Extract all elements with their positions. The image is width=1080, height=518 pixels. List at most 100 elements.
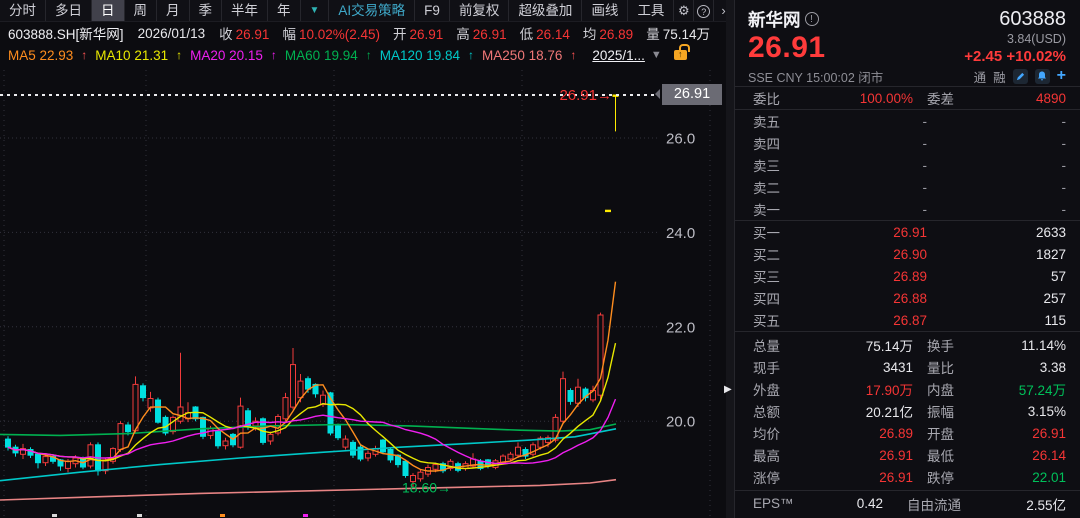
ask-book: 卖五--卖四--卖三--卖二--卖一--: [735, 109, 1080, 220]
candlestick-chart[interactable]: 26.024.022.020.026.91→18.60→ 26.91: [0, 66, 726, 518]
session-status: SSE CNY 15:00:02 闭市: [748, 67, 883, 86]
tab-分时[interactable]: 分时: [0, 0, 46, 21]
stat-v2: 57.24万: [993, 379, 1066, 399]
stat-l1: 均价: [753, 423, 809, 443]
ma-trend-arrow: ↑: [81, 48, 87, 62]
range-caret-icon[interactable]: ▼: [651, 49, 662, 61]
ma-legend-MA10: MA10 21.31: [95, 48, 168, 63]
ma-trend-arrow: ↑: [366, 48, 372, 62]
alert-bell-icon[interactable]: [1035, 69, 1050, 84]
unlock-icon[interactable]: [674, 50, 687, 60]
bid-row-买四[interactable]: 买四26.88257: [735, 287, 1080, 309]
bid-row-买一[interactable]: 买一26.912633: [735, 221, 1080, 243]
edit-icon[interactable]: [1013, 69, 1028, 84]
period-dropdown-icon[interactable]: ▼: [301, 0, 330, 21]
menu-F9[interactable]: F9: [415, 0, 450, 21]
tab-月[interactable]: 月: [157, 0, 190, 21]
menu-AI交易策略[interactable]: AI交易策略: [329, 0, 415, 21]
eps-label: EPS™: [753, 496, 823, 511]
menu-画线[interactable]: 画线: [582, 0, 628, 21]
bid-row-买二[interactable]: 买二26.901827: [735, 243, 1080, 265]
stat-v1: 20.21亿: [809, 401, 913, 421]
quote-date: 2026/01/13: [138, 26, 206, 41]
field-高: 高26.91: [456, 23, 506, 43]
date-range-selector[interactable]: 2025/1...: [592, 48, 645, 63]
stock-name: 新华网: [748, 7, 801, 32]
ma-trend-arrow: ↑: [271, 48, 277, 62]
panel-divider[interactable]: ▶: [726, 0, 734, 518]
last-price: 26.91: [748, 32, 826, 64]
badge-融[interactable]: 融: [993, 67, 1006, 86]
ask-row-卖一[interactable]: 卖一--: [735, 198, 1080, 220]
add-watchlist-icon[interactable]: +: [1057, 67, 1066, 85]
stat-l2: 换手: [927, 335, 993, 355]
ma-trend-arrow: ↑: [176, 48, 182, 62]
usd-price: 3.84(USD): [964, 32, 1066, 46]
stat-l1: 最高: [753, 445, 809, 465]
price-change: +2.45 +10.02%: [964, 48, 1066, 65]
tab-季[interactable]: 季: [190, 0, 223, 21]
footer-section: EPS™ 0.42 自由流通 2.55亿: [735, 490, 1080, 516]
stat-row-均价: 均价26.89开盘26.91: [735, 422, 1080, 444]
field-收: 收26.91: [219, 23, 269, 43]
tab-周[interactable]: 周: [125, 0, 158, 21]
stat-l1: 涨停: [753, 467, 809, 487]
gear-icon[interactable]: ⚙: [674, 0, 694, 21]
stat-l1: 总量: [753, 335, 809, 355]
bid-row-买三[interactable]: 买三26.8957: [735, 265, 1080, 287]
badge-通[interactable]: 通: [974, 67, 987, 86]
stock-code: 603888: [999, 8, 1066, 31]
ma-trend-arrow: ↑: [570, 48, 576, 62]
bid-row-买五[interactable]: 买五26.87115: [735, 309, 1080, 331]
help-icon[interactable]: ?: [694, 0, 714, 21]
field-开: 开26.91: [393, 23, 443, 43]
tab-半年[interactable]: 半年: [222, 0, 268, 21]
svg-text:20.0: 20.0: [666, 414, 695, 431]
candles-layer: [6, 95, 619, 487]
stat-row-涨停: 涨停26.91跌停22.01: [735, 466, 1080, 488]
ask-row-卖四[interactable]: 卖四--: [735, 132, 1080, 154]
high-price-annotation: 26.91→: [559, 87, 612, 104]
chart-canvas[interactable]: 26.024.022.020.026.91→18.60→: [0, 66, 726, 518]
stat-l1: 总额: [753, 401, 809, 421]
quote-header: 新华网 ! 603888 26.91 3.84(USD) +2.45 +10.0…: [735, 0, 1080, 86]
tab-多日[interactable]: 多日: [46, 0, 92, 21]
ma-legend-MA5: MA5 22.93: [8, 48, 73, 63]
stat-l2: 跌停: [927, 467, 993, 487]
stat-v1: 75.14万: [809, 335, 913, 355]
period-toolbar: 分时多日日周月季半年年▼AI交易策略F9前复权超级叠加画线工具⚙?›: [0, 0, 734, 22]
weibi-value: 100.00%: [809, 91, 913, 106]
trading-terminal: 分时多日日周月季半年年▼AI交易策略F9前复权超级叠加画线工具⚙?› 60388…: [0, 0, 1080, 518]
stat-v1: 26.91: [809, 470, 913, 485]
quote-info-bar: 603888.SH[新华网] 2026/01/13 收26.91幅10.02%(…: [0, 22, 734, 44]
last-price-axis-tag: 26.91: [662, 84, 722, 105]
free-float-label: 自由流通: [907, 494, 997, 514]
collapse-panel-icon[interactable]: ▶: [724, 384, 732, 395]
info-icon[interactable]: !: [805, 12, 819, 26]
tab-年[interactable]: 年: [268, 0, 301, 21]
menu-前复权[interactable]: 前复权: [450, 0, 510, 21]
tab-日[interactable]: 日: [92, 0, 125, 21]
stat-row-总量: 总量75.14万换手11.14%: [735, 334, 1080, 356]
stat-v1: 26.91: [809, 448, 913, 463]
weibi-label: 委比: [753, 88, 809, 108]
ask-row-卖三[interactable]: 卖三--: [735, 154, 1080, 176]
ma-legend-MA250: MA250 18.76: [482, 48, 562, 63]
svg-text:22.0: 22.0: [666, 319, 695, 336]
free-float-value: 2.55亿: [997, 494, 1066, 514]
stat-row-现手: 现手3431量比3.38: [735, 356, 1080, 378]
stat-v2: 11.14%: [993, 338, 1066, 353]
ask-row-卖二[interactable]: 卖二--: [735, 176, 1080, 198]
field-均: 均26.89: [583, 23, 633, 43]
bid-book: 买一26.912633买二26.901827买三26.8957买四26.8825…: [735, 220, 1080, 331]
stat-row-最高: 最高26.91最低26.14: [735, 444, 1080, 466]
ask-row-卖五[interactable]: 卖五--: [735, 110, 1080, 132]
stat-l2: 开盘: [927, 423, 993, 443]
menu-工具[interactable]: 工具: [628, 0, 674, 21]
weibi-row: 委比 100.00% 委差 4890: [735, 87, 1080, 109]
menu-超级叠加[interactable]: 超级叠加: [509, 0, 582, 21]
stat-v2: 26.91: [993, 426, 1066, 441]
field-低: 低26.14: [520, 23, 570, 43]
svg-text:24.0: 24.0: [666, 225, 695, 242]
MA250-line: [0, 480, 616, 500]
